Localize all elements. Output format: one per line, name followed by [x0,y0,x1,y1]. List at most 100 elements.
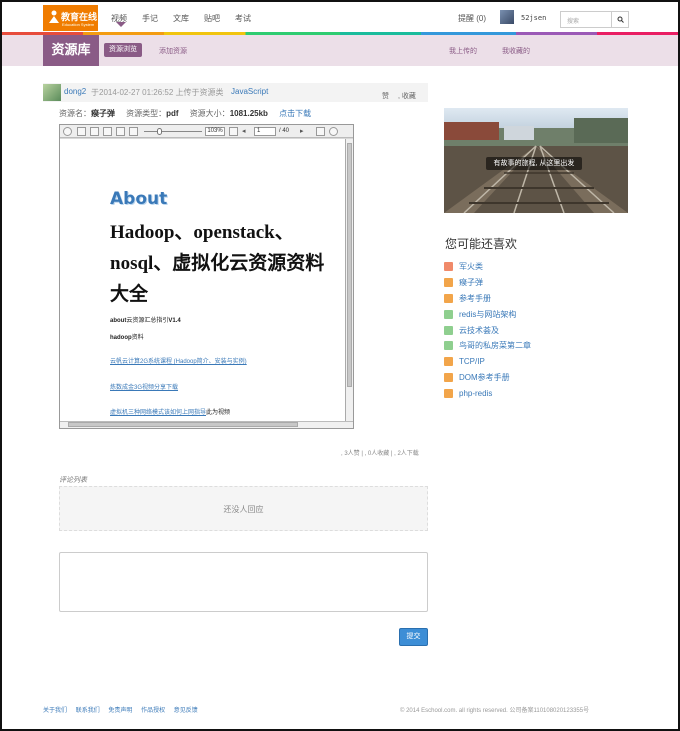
my-uploads-link[interactable]: 我上传的 [449,46,477,56]
print-icon[interactable] [63,127,72,136]
two-page-icon[interactable] [90,127,99,136]
search-input[interactable]: 搜索 [560,11,612,28]
file-icon [444,309,453,319]
recommend-list: 军火类瘊子弹参考手册 redis与网站架构 云技术荟及鸟哥的私房菜第二章 TCP/IP… [444,259,628,401]
resource-type-label: 资源类型： [126,109,167,118]
doc-about-version: V1.4 [168,318,181,324]
list-item[interactable]: 云技术荟及 [444,322,628,338]
list-item[interactable]: 瘊子弹 [444,275,628,291]
doc-about-text: 云资源汇总指引 [126,318,169,324]
list-item[interactable]: redis与网站架构 [444,306,628,322]
fit-width-icon[interactable] [116,127,125,136]
tab-browse[interactable]: 资源浏览 [104,43,142,57]
author-avatar[interactable] [43,84,61,101]
single-page-icon[interactable] [77,127,86,136]
document-page[interactable]: About Hadoop、openstack、nosql、虚拟化云资源资料大全 … [60,139,346,421]
site-logo[interactable]: 教育在线 Education System [43,5,98,31]
file-icon [444,357,453,367]
file-icon [444,262,453,272]
comments-title: 评论列表 [59,477,87,484]
footer-feedback[interactable]: 意见反馈 [174,708,198,714]
list-item-label[interactable]: 云技术荟及 [459,325,499,336]
list-item[interactable]: php-redis [444,385,628,401]
list-item[interactable]: 参考手册 [444,291,628,307]
settings-icon[interactable] [329,127,338,136]
fit-height-icon[interactable] [129,127,138,136]
list-item-label[interactable]: 军火类 [459,261,483,272]
zoom-slider[interactable] [144,131,202,132]
list-item-label[interactable]: redis与网站架构 [459,309,516,320]
resource-stats: , 3人赞 | , 0人收藏 | , 2人下载 [341,451,419,457]
search-button[interactable] [612,11,629,28]
favorite-button[interactable]: , 收藏 [398,91,416,101]
download-link[interactable]: 点击下载 [279,109,311,118]
submit-button[interactable]: 提交 [399,628,428,646]
resource-size: 1081.25kb [229,109,268,118]
text-select-icon[interactable] [316,127,325,136]
list-item-label[interactable]: TCP/IP [459,357,485,366]
like-button[interactable]: 赞 [382,91,389,101]
footer-contact[interactable]: 联系我们 [76,708,100,714]
fullscreen-icon[interactable] [229,127,238,136]
list-item[interactable]: TCP/IP [444,354,628,370]
comment-textarea[interactable] [59,552,428,612]
recommend-title: 您可能还喜欢 [445,237,518,251]
doc-link-3-tail: 此为视频 [206,410,231,416]
active-tab-caret [116,22,126,27]
doc-line-about: about云资源汇总指引V1.4 [110,315,181,324]
list-item[interactable]: 军火类 [444,259,628,275]
sub-nav-bar: 资源库 资源浏览 添加资源 我上传的 我收藏的 [2,35,678,66]
viewer-toolbar: 103% ◂ 1 / 40 ▸ [60,125,353,138]
resource-size-label: 资源大小： [189,109,230,118]
grid-view-icon[interactable] [103,127,112,136]
horizontal-scroll-thumb[interactable] [68,422,298,427]
doc-link-1[interactable]: 云帆云计算2G系统课程 (Hadoop简介、安装与实例) [110,356,247,365]
file-icon [444,278,453,288]
doc-link-2[interactable]: 炼数成金3G视频分享下载 [110,382,178,391]
search-icon [617,16,624,23]
doc-line-hadoop: hadoop资料 [110,332,144,341]
list-item[interactable]: DOM参考手册 [444,370,628,386]
resource-name: 瘊子弹 [91,109,115,118]
category-link[interactable]: JavaScript [231,87,268,96]
avatar[interactable] [500,10,514,24]
doc-link-3[interactable]: 虚拟机三种网络模式该如何上网指导 [110,410,206,416]
footer-about[interactable]: 关于我们 [43,708,67,714]
zoom-slider-handle[interactable] [157,128,162,135]
username[interactable]: 52jsen [521,14,546,22]
list-item[interactable]: 鸟哥的私房菜第二章 [444,338,628,354]
nav-exam[interactable]: 考试 [235,13,251,24]
page-number-input[interactable]: 1 [254,127,276,136]
comments-empty: 还没人回应 [59,486,428,531]
next-page-icon[interactable]: ▸ [300,127,309,136]
copyright: © 2014 Eschool.com. all rights reserved.… [400,708,590,714]
doc-hadoop-text: 资料 [131,335,144,341]
nav-library[interactable]: 文库 [173,13,189,24]
logo-subtext: Education System [62,22,95,27]
doc-line-link3: 虚拟机三种网络模式该如何上网指导此为视频 [110,407,230,416]
vertical-scroll-thumb[interactable] [347,143,352,387]
pdf-viewer: 103% ◂ 1 / 40 ▸ About Hadoop、openstack、n… [59,124,354,429]
file-icon [444,293,453,303]
zoom-level[interactable]: 103% [205,127,225,136]
list-item-label[interactable]: 瘊子弹 [459,277,483,288]
prev-page-icon[interactable]: ◂ [242,127,251,136]
page-total: / 40 [279,128,290,134]
my-favorites-link[interactable]: 我收藏的 [502,46,530,56]
file-icon [444,372,453,382]
resource-type: pdf [166,109,179,118]
list-item-label[interactable]: 鸟哥的私房菜第二章 [459,340,531,351]
banner-caption: 有故事的旅程, 从这里出发 [486,157,582,170]
list-item-label[interactable]: DOM参考手册 [459,372,510,383]
list-item-label[interactable]: 参考手册 [459,293,491,304]
post-meta: 于2014-02-27 01:26:52 上传于资源类 [91,88,224,97]
nav-notes[interactable]: 手记 [142,13,158,24]
resource-name-label: 资源名： [59,109,91,118]
author-link[interactable]: dong2 [64,87,86,96]
list-item-label[interactable]: php-redis [459,389,492,398]
remind-link[interactable]: 提醒 (0) [458,13,486,24]
footer-disclaimer[interactable]: 免责声明 [108,708,132,714]
nav-forum[interactable]: 贴吧 [204,13,220,24]
footer-license[interactable]: 作品授权 [141,708,165,714]
tab-add-resource[interactable]: 添加资源 [159,46,187,56]
